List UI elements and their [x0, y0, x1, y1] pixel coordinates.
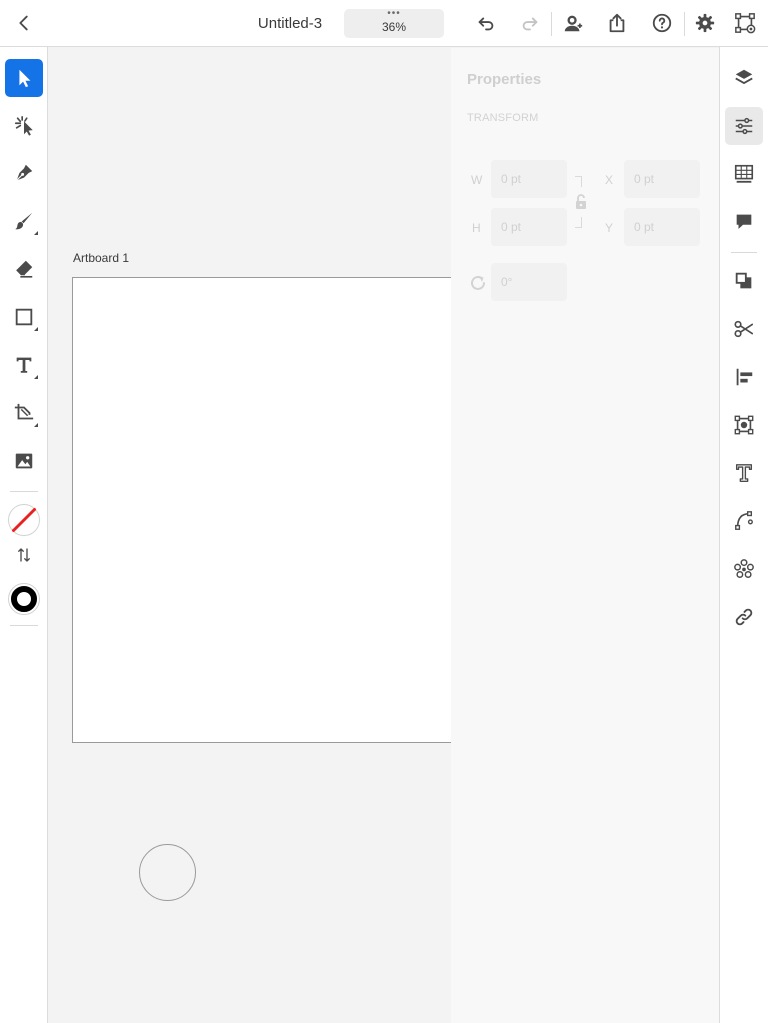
submenu-indicator [34, 231, 38, 235]
path-icon [735, 511, 753, 530]
height-label: H [472, 221, 481, 235]
eraser-icon [16, 260, 33, 278]
libraries-icon [734, 164, 754, 183]
rectangle-icon [15, 308, 33, 326]
type-tool[interactable] [5, 346, 43, 384]
swap-icon [18, 548, 30, 562]
help-icon[interactable] [650, 11, 674, 35]
link-panel-button[interactable] [725, 598, 763, 636]
fill-color-swatch[interactable] [5, 501, 43, 539]
comments-icon [736, 214, 752, 229]
layers-panel-button[interactable] [725, 59, 763, 97]
section-heading: TRANSFORM [467, 112, 539, 124]
layers-icon [735, 69, 753, 84]
arrange-icon [735, 272, 752, 289]
pen-icon [16, 164, 33, 181]
place-image-tool[interactable] [5, 442, 43, 480]
tools-toolbar [0, 47, 48, 1023]
artboard-label[interactable]: Artboard 1 [73, 251, 129, 265]
x-label: X [605, 173, 614, 187]
repeat-icon [734, 559, 754, 578]
rotate-icon [471, 275, 485, 290]
y-label: Y [605, 221, 614, 235]
x-field[interactable]: 0 pt [624, 160, 700, 198]
invite-user-icon[interactable] [561, 11, 585, 35]
rectangle-tool[interactable] [5, 298, 43, 336]
direct-selection-tool[interactable] [5, 107, 43, 145]
chevron-left-icon[interactable] [12, 11, 36, 35]
eraser-tool[interactable] [5, 250, 43, 288]
arrange-panel-button[interactable] [725, 262, 763, 300]
mask-panel-button[interactable] [725, 406, 763, 444]
top-bar: Untitled-3 ••• 36% [0, 0, 768, 47]
zoom-level: 36% [381, 20, 407, 34]
align-panel-button[interactable] [725, 358, 763, 396]
brush-icon [15, 212, 33, 230]
crop-icon [14, 403, 34, 420]
artboard[interactable] [72, 277, 492, 743]
width-field[interactable]: 0 pt [491, 160, 567, 198]
repeat-panel-button[interactable] [725, 550, 763, 588]
properties-sliders-icon [735, 117, 753, 135]
swap-fill-stroke-button[interactable] [5, 541, 43, 569]
submenu-indicator [34, 327, 38, 331]
libraries-panel-button[interactable] [725, 155, 763, 193]
rotation-field[interactable]: 0° [491, 263, 567, 301]
path-panel-button[interactable] [725, 502, 763, 540]
type-panel-icon [735, 464, 753, 482]
panels-sidebar [719, 47, 768, 1023]
document-title[interactable]: Untitled-3 [240, 15, 340, 32]
submenu-indicator [34, 375, 38, 379]
type-icon [16, 357, 32, 373]
toolbar-divider [551, 12, 552, 36]
properties-panel: Properties TRANSFORM W 0 pt H 0 pt X 0 p… [451, 48, 719, 1023]
y-field[interactable]: 0 pt [624, 208, 700, 246]
link-icon [735, 608, 753, 626]
align-icon [736, 368, 753, 386]
type-panel-button[interactable] [725, 454, 763, 492]
crop-tool[interactable] [5, 394, 43, 432]
comments-panel-button[interactable] [725, 203, 763, 241]
toolbar-divider [684, 12, 685, 36]
no-fill-icon [8, 504, 40, 536]
cut-icon [734, 320, 754, 338]
undo-icon[interactable] [474, 11, 498, 35]
selection-tool[interactable] [5, 59, 43, 97]
redo-icon[interactable] [518, 11, 542, 35]
selection-arrow-icon [19, 69, 31, 88]
submenu-indicator [34, 423, 38, 427]
stroke-color-swatch[interactable] [5, 580, 43, 618]
width-label: W [471, 173, 483, 187]
mask-icon [734, 415, 754, 435]
constrain-bracket [575, 217, 582, 228]
stroke-swatch-icon [8, 583, 40, 615]
properties-panel-button[interactable] [725, 107, 763, 145]
zoom-control[interactable]: ••• 36% [344, 9, 444, 38]
sidebar-separator [731, 252, 757, 253]
height-field[interactable]: 0 pt [491, 208, 567, 246]
image-icon [15, 453, 33, 469]
share-icon[interactable] [605, 11, 629, 35]
brush-tool[interactable] [5, 202, 43, 240]
unlock-proportions-icon[interactable] [574, 193, 588, 211]
pen-tool[interactable] [5, 154, 43, 192]
direct-selection-icon [14, 116, 33, 136]
touch-shortcut-button[interactable] [139, 844, 196, 901]
more-options-icon[interactable]: ••• [344, 9, 444, 19]
artboard-preview-icon[interactable] [733, 11, 757, 35]
constrain-bracket [575, 176, 582, 187]
settings-gear-icon[interactable] [693, 11, 717, 35]
cut-panel-button[interactable] [725, 310, 763, 348]
toolbar-separator [10, 625, 38, 626]
toolbar-separator [10, 491, 38, 492]
panel-title: Properties [467, 71, 542, 88]
